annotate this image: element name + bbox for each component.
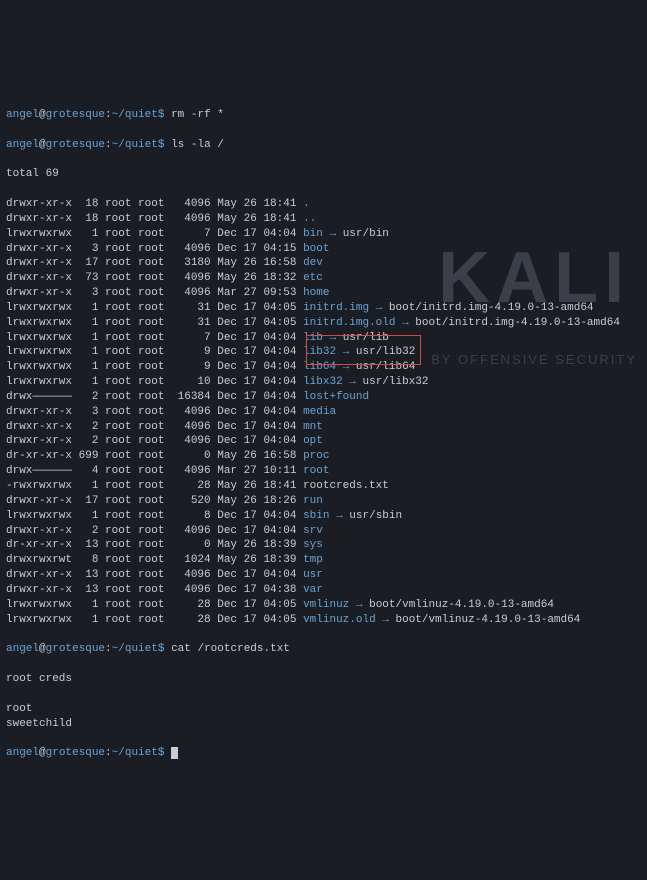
output-line: root: [6, 702, 641, 717]
prompt-line-1: angel@grotesque:~/quiet$ rm -rf *: [6, 108, 641, 123]
ls-row: drwxr-xr-x 3 root root 4096 Dec 17 04:04…: [6, 405, 641, 420]
ls-row: dr-xr-xr-x 699 root root 0 May 26 16:58 …: [6, 449, 641, 464]
ls-row: lrwxrwxrwx 1 root root 8 Dec 17 04:04 sb…: [6, 509, 641, 524]
prompt-line-2: angel@grotesque:~/quiet$ ls -la /: [6, 138, 641, 153]
ls-row: drwxr-xr-x 3 root root 4096 Mar 27 09:53…: [6, 286, 641, 301]
ls-row: lrwxrwxrwx 1 root root 9 Dec 17 04:04 li…: [6, 345, 641, 360]
ls-row: drwxr-xr-x 73 root root 4096 May 26 18:3…: [6, 271, 641, 286]
ls-row: lrwxrwxrwx 1 root root 28 Dec 17 04:05 v…: [6, 613, 641, 628]
ls-row: -rwxrwxrwx 1 root root 28 May 26 18:41 r…: [6, 479, 641, 494]
ls-row: lrwxrwxrwx 1 root root 28 Dec 17 04:05 v…: [6, 598, 641, 613]
terminal-output[interactable]: angel@grotesque:~/quiet$ rm -rf * angel@…: [6, 93, 641, 776]
ls-row: drwxr-xr-x 17 root root 3180 May 26 16:5…: [6, 256, 641, 271]
ls-row: lrwxrwxrwx 1 root root 10 Dec 17 04:04 l…: [6, 375, 641, 390]
output-line: [6, 687, 641, 702]
prompt-line-3: angel@grotesque:~/quiet$ cat /rootcreds.…: [6, 642, 641, 657]
ls-row: drwxr-xr-x 13 root root 4096 Dec 17 04:3…: [6, 583, 641, 598]
ls-row: lrwxrwxrwx 1 root root 31 Dec 17 04:05 i…: [6, 301, 641, 316]
ls-row: drwxr-xr-x 18 root root 4096 May 26 18:4…: [6, 212, 641, 227]
prompt-line-4: angel@grotesque:~/quiet$: [6, 746, 641, 761]
ls-row: dr-xr-xr-x 13 root root 0 May 26 18:39 s…: [6, 538, 641, 553]
ls-row: drwxr-xr-x 17 root root 520 May 26 18:26…: [6, 494, 641, 509]
ls-row: drwx—————— 4 root root 4096 Mar 27 10:11…: [6, 464, 641, 479]
ls-listing: drwxr-xr-x 18 root root 4096 May 26 18:4…: [6, 197, 641, 627]
ls-row: drwx—————— 2 root root 16384 Dec 17 04:0…: [6, 390, 641, 405]
ls-row: lrwxrwxrwx 1 root root 7 Dec 17 04:04 bi…: [6, 227, 641, 242]
ls-row: drwxr-xr-x 18 root root 4096 May 26 18:4…: [6, 197, 641, 212]
output-line: sweetchild: [6, 717, 641, 732]
ls-row: lrwxrwxrwx 1 root root 7 Dec 17 04:04 li…: [6, 331, 641, 346]
ls-row: drwxr-xr-x 13 root root 4096 Dec 17 04:0…: [6, 568, 641, 583]
cursor-icon: [171, 747, 178, 759]
ls-row: drwxrwxrwt 8 root root 1024 May 26 18:39…: [6, 553, 641, 568]
ls-row: lrwxrwxrwx 1 root root 31 Dec 17 04:05 i…: [6, 316, 641, 331]
ls-row: drwxr-xr-x 2 root root 4096 Dec 17 04:04…: [6, 434, 641, 449]
ls-total: total 69: [6, 167, 641, 182]
ls-row: drwxr-xr-x 2 root root 4096 Dec 17 04:04…: [6, 420, 641, 435]
cat-output: root creds rootsweetchild: [6, 672, 641, 731]
ls-row: lrwxrwxrwx 1 root root 9 Dec 17 04:04 li…: [6, 360, 641, 375]
ls-row: drwxr-xr-x 3 root root 4096 Dec 17 04:15…: [6, 242, 641, 257]
output-line: root creds: [6, 672, 641, 687]
